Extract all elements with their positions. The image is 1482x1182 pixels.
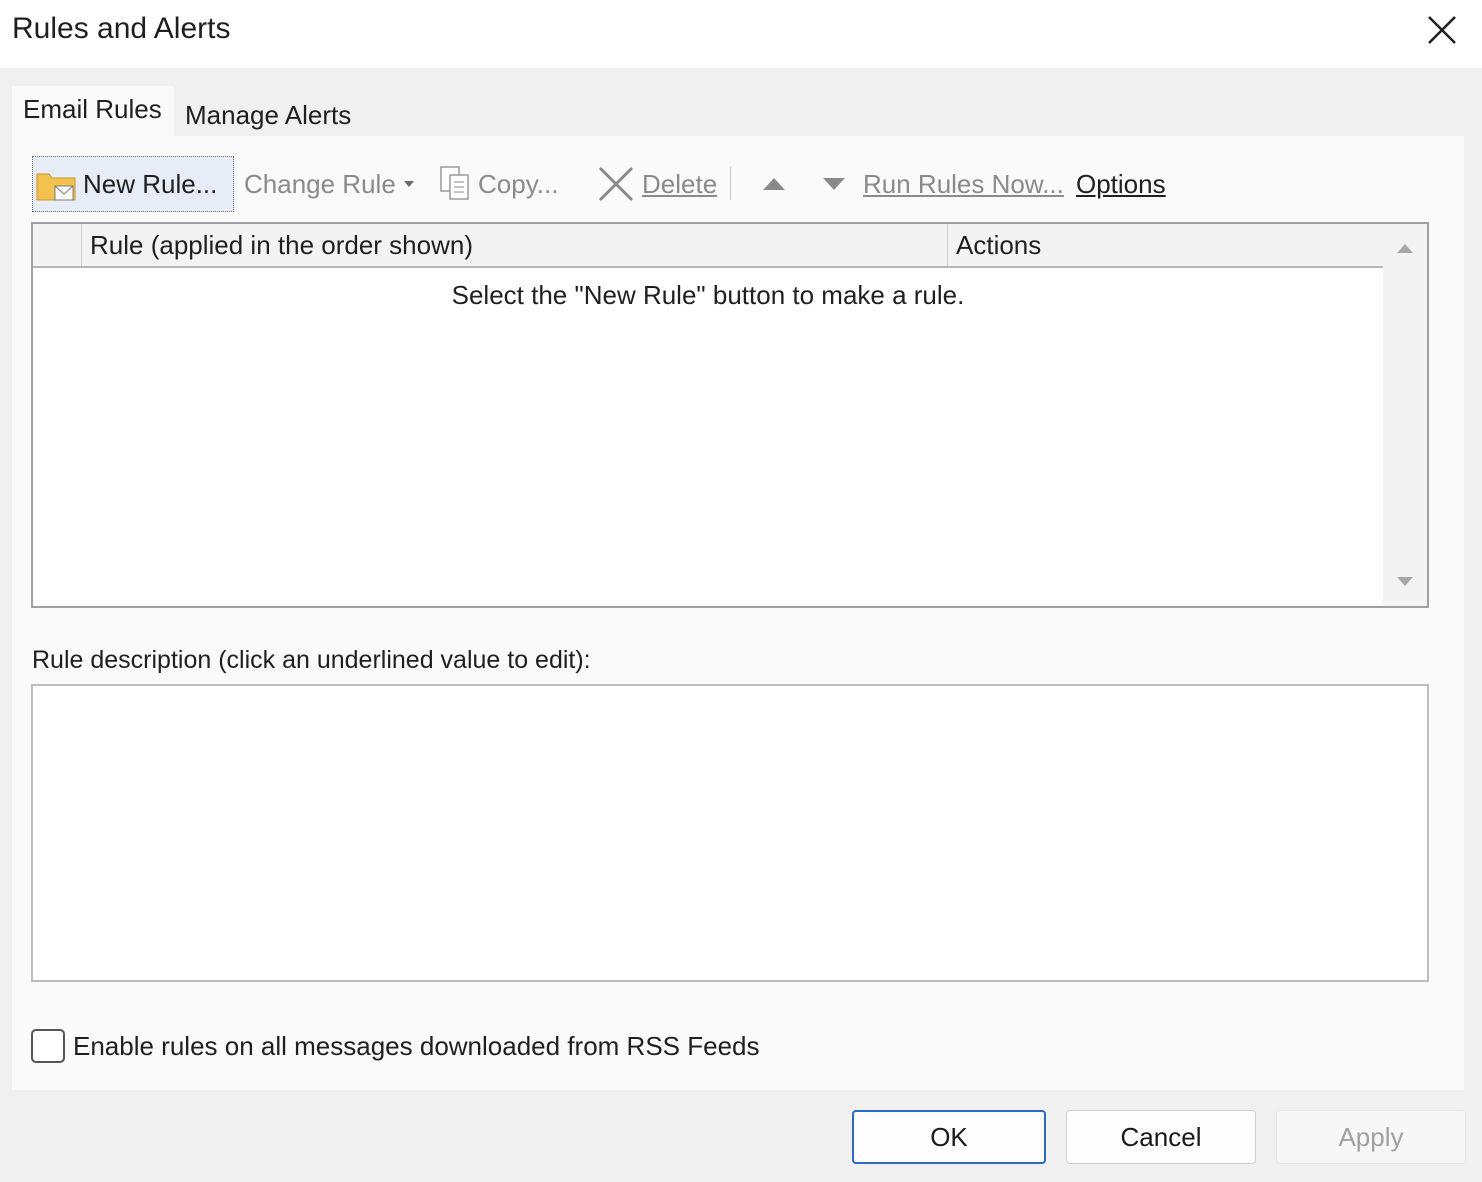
rule-description-label: Rule description (click an underlined va… bbox=[32, 646, 591, 674]
rules-list-header: Rule (applied in the order shown) Action… bbox=[33, 224, 1383, 268]
change-rule-label: Change Rule bbox=[244, 168, 396, 199]
column-header-rule[interactable]: Rule (applied in the order shown) bbox=[81, 224, 947, 266]
rules-list[interactable]: Rule (applied in the order shown) Action… bbox=[31, 222, 1429, 608]
options-label: Options bbox=[1076, 168, 1166, 199]
scroll-up-icon bbox=[1397, 244, 1413, 253]
vertical-scrollbar[interactable] bbox=[1383, 224, 1427, 606]
column-header-blank bbox=[33, 224, 81, 266]
apply-button[interactable]: Apply bbox=[1276, 1110, 1466, 1164]
options-button[interactable]: Options bbox=[1076, 156, 1166, 212]
empty-list-message: Select the "New Rule" button to make a r… bbox=[451, 280, 965, 310]
new-rule-label: New Rule... bbox=[83, 168, 218, 199]
email-rules-panel: New Rule... Change Rule Copy... Delete R… bbox=[12, 136, 1464, 1090]
title-bar: Rules and Alerts bbox=[0, 0, 1482, 68]
close-icon bbox=[1428, 16, 1456, 44]
scroll-down-button[interactable] bbox=[1383, 562, 1427, 602]
new-rule-button[interactable]: New Rule... bbox=[32, 156, 234, 212]
delete-icon bbox=[598, 166, 634, 202]
close-button[interactable] bbox=[1422, 10, 1462, 50]
scroll-up-button[interactable] bbox=[1383, 228, 1427, 268]
rules-toolbar: New Rule... Change Rule Copy... Delete R… bbox=[32, 156, 1432, 212]
scroll-down-icon bbox=[1397, 577, 1413, 586]
tab-email-rules[interactable]: Email Rules bbox=[12, 86, 174, 136]
copy-button[interactable]: Copy... bbox=[438, 156, 558, 212]
rule-description-box[interactable] bbox=[31, 684, 1429, 982]
toolbar-separator bbox=[730, 166, 731, 200]
chevron-down-icon bbox=[403, 181, 414, 187]
delete-button[interactable]: Delete bbox=[596, 156, 717, 212]
cancel-button[interactable]: Cancel bbox=[1066, 1110, 1256, 1164]
run-rules-now-button[interactable]: Run Rules Now... bbox=[863, 156, 1064, 212]
tab-manage-alerts[interactable]: Manage Alerts bbox=[174, 90, 370, 136]
column-header-actions[interactable]: Actions bbox=[947, 224, 1383, 266]
move-up-button[interactable] bbox=[756, 156, 792, 212]
rss-option-row: Enable rules on all messages downloaded … bbox=[31, 1028, 760, 1064]
copy-icon bbox=[440, 166, 469, 200]
window-title: Rules and Alerts bbox=[12, 12, 231, 45]
move-down-button[interactable] bbox=[816, 156, 852, 212]
rss-checkbox[interactable] bbox=[31, 1029, 65, 1063]
triangle-down-icon bbox=[823, 178, 845, 190]
folder-icon bbox=[35, 164, 79, 204]
triangle-up-icon bbox=[763, 178, 785, 190]
delete-label: Delete bbox=[642, 168, 718, 199]
copy-label: Copy... bbox=[478, 168, 559, 199]
change-rule-button[interactable]: Change Rule bbox=[244, 156, 416, 212]
run-rules-now-label: Run Rules Now... bbox=[863, 168, 1064, 199]
rss-checkbox-label[interactable]: Enable rules on all messages downloaded … bbox=[73, 1031, 760, 1062]
ok-button[interactable]: OK bbox=[852, 1110, 1046, 1164]
